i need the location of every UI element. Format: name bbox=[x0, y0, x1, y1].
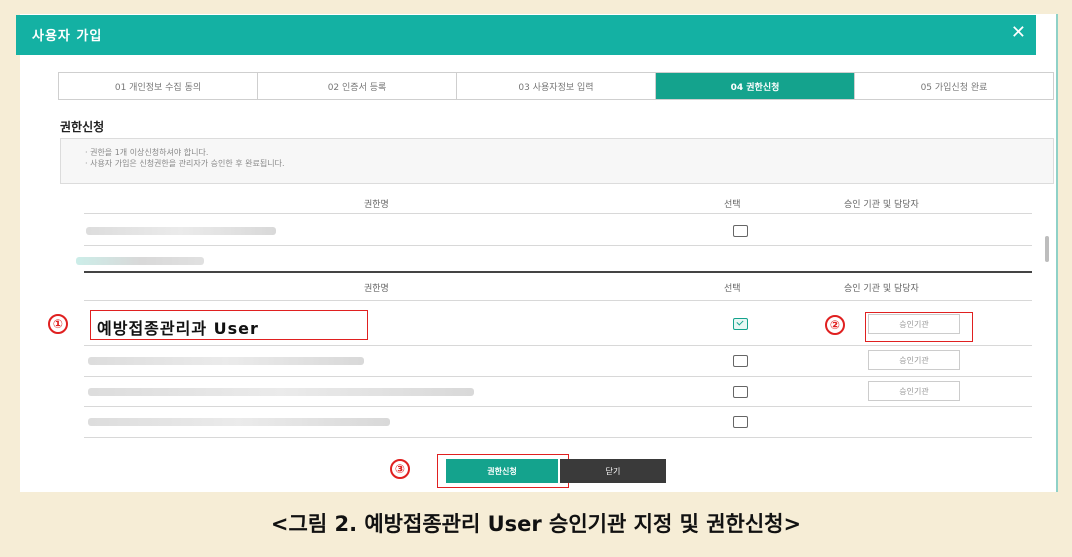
callout-3: ③ bbox=[390, 459, 410, 479]
divider bbox=[84, 437, 1032, 438]
notice-line: · 권한을 1개 이상신청하셔야 합니다. bbox=[85, 148, 209, 157]
row-checkbox[interactable] bbox=[733, 386, 748, 398]
callout-2: ② bbox=[825, 315, 845, 335]
step-3: 03 사용자정보 입력 bbox=[457, 73, 656, 99]
modal-title: 사용자 가입 bbox=[32, 29, 103, 44]
highlight-box bbox=[865, 312, 973, 342]
divider bbox=[84, 213, 1032, 214]
figure-caption: <그림 2. 예방접종관리 User 승인기관 지정 및 권한신청> bbox=[270, 512, 802, 536]
table-row bbox=[84, 216, 1032, 246]
table-row: 승인기관 bbox=[84, 346, 1032, 376]
section-title: 권한신청 bbox=[60, 120, 105, 134]
scrollbar[interactable] bbox=[1045, 236, 1049, 262]
notice-box: · 권한을 1개 이상신청하셔야 합니다. · 사용자 가입은 신청권한을 관리… bbox=[60, 138, 1054, 184]
row-checkbox[interactable] bbox=[733, 225, 748, 237]
step-1: 01 개인정보 수집 동의 bbox=[59, 73, 258, 99]
step-4-active: 04 권한신청 bbox=[656, 73, 855, 99]
table-row bbox=[84, 407, 1032, 437]
header-approver: 승인 기관 및 담당자 bbox=[844, 284, 919, 294]
permission-name: 예방접종관리과 User bbox=[90, 310, 368, 340]
approver-button[interactable]: 승인기관 bbox=[868, 381, 960, 401]
notice-line: · 사용자 가입은 신청권한을 관리자가 승인한 후 완료됩니다. bbox=[85, 159, 285, 168]
header-select: 선택 bbox=[724, 200, 741, 210]
header-name: 권한명 bbox=[364, 200, 389, 210]
close-button[interactable]: 닫기 bbox=[560, 459, 666, 483]
highlight-box bbox=[437, 454, 569, 488]
header-name: 권한명 bbox=[364, 284, 389, 294]
blurred-text bbox=[88, 357, 364, 365]
step-2: 02 인증서 등록 bbox=[258, 73, 457, 99]
header-select: 선택 bbox=[724, 284, 741, 294]
blurred-text bbox=[76, 257, 204, 265]
blurred-text bbox=[88, 418, 390, 426]
modal-header: 사용자 가입 ✕ bbox=[16, 15, 1036, 55]
close-icon[interactable]: ✕ bbox=[1011, 22, 1026, 43]
blurred-text bbox=[86, 227, 276, 235]
row-checkbox-checked[interactable] bbox=[733, 318, 748, 330]
header-approver: 승인 기관 및 담당자 bbox=[844, 200, 919, 210]
divider bbox=[84, 300, 1032, 301]
blurred-text bbox=[88, 388, 474, 396]
row-checkbox[interactable] bbox=[733, 355, 748, 367]
approver-button[interactable]: 승인기관 bbox=[868, 350, 960, 370]
step-5: 05 가입신청 완료 bbox=[920, 82, 988, 93]
table1-header: 권한명 선택 승인 기관 및 담당자 bbox=[84, 192, 1032, 214]
table2-header: 권한명 선택 승인 기관 및 담당자 bbox=[84, 276, 1032, 298]
callout-1: ① bbox=[48, 314, 68, 334]
table-row: 승인기관 bbox=[84, 377, 1032, 407]
divider bbox=[84, 271, 1032, 273]
row-checkbox[interactable] bbox=[733, 416, 748, 428]
step-tabs: 01 개인정보 수집 동의 02 인증서 등록 03 사용자정보 입력 04 권… bbox=[58, 72, 1054, 100]
